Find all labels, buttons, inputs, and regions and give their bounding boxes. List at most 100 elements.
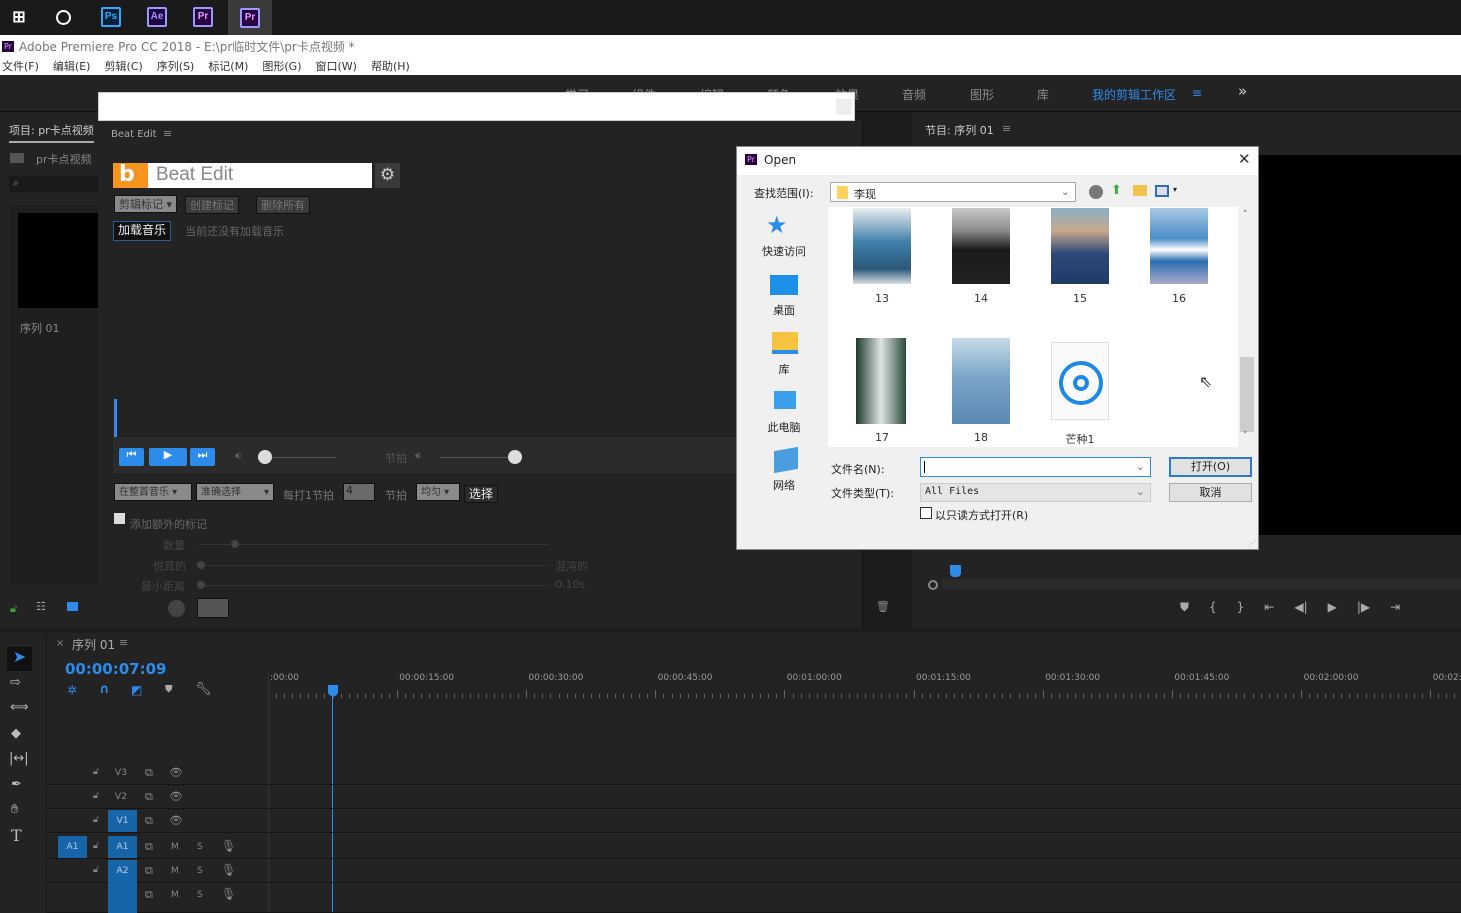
taskbar-app-aftereffects[interactable]: Ae: [144, 4, 170, 30]
zoom-handle[interactable]: [928, 580, 938, 590]
nest-icon[interactable]: ✲: [67, 683, 77, 697]
go-to-in-icon[interactable]: ⇤: [1264, 600, 1274, 615]
beat-volume-slider[interactable]: [440, 457, 515, 458]
track-label[interactable]: V2: [109, 792, 133, 802]
go-to-out-icon[interactable]: ⇥: [1390, 600, 1400, 615]
chevron-down-icon[interactable]: ▾: [1173, 185, 1177, 194]
distribution-dropdown[interactable]: 均匀 ▾: [416, 483, 460, 501]
resize-grip-icon[interactable]: ⋰: [1248, 539, 1256, 548]
precision-dropdown[interactable]: 准确选择 ▾: [196, 483, 274, 501]
file-thumbnail[interactable]: [1051, 208, 1109, 284]
playhead-handle[interactable]: [328, 685, 338, 696]
cortana-icon[interactable]: [50, 4, 76, 30]
file-name[interactable]: 18: [951, 431, 1011, 444]
lock-icon[interactable]: 🔓︎: [93, 815, 99, 825]
extra-markers-checkbox[interactable]: [114, 513, 125, 524]
file-name[interactable]: 15: [1050, 292, 1110, 305]
menu-sequence[interactable]: 序列(S): [157, 58, 195, 74]
menu-window[interactable]: 窗口(W): [316, 58, 357, 74]
beat-volume-slider-knob[interactable]: [508, 450, 522, 464]
place-this-pc[interactable]: 此电脑: [754, 419, 814, 435]
file-name[interactable]: 13: [852, 292, 912, 305]
sequence-item-label[interactable]: 序列 01: [20, 320, 60, 336]
settings-gear-icon[interactable]: ⚙: [375, 163, 400, 188]
icon-view-icon[interactable]: [67, 602, 78, 611]
readonly-checkbox[interactable]: [920, 507, 932, 519]
lock-icon[interactable]: 🔓︎: [10, 602, 17, 616]
razor-tool-icon[interactable]: ◆: [11, 726, 21, 741]
cancel-button[interactable]: 取消: [1169, 483, 1252, 502]
place-desktop[interactable]: 桌面: [754, 302, 814, 318]
scope-dropdown[interactable]: 在整首音乐 ▾: [114, 483, 192, 501]
track-select-tool-icon[interactable]: ⇨: [10, 675, 21, 690]
create-markers-button[interactable]: 创建标记: [185, 196, 239, 214]
mute-button[interactable]: M: [171, 842, 179, 852]
place-quick-access[interactable]: 快速访问: [754, 243, 814, 259]
delete-all-button[interactable]: 删除所有: [256, 196, 310, 214]
lock-icon[interactable]: 🔓︎: [93, 865, 99, 875]
panel-menu-icon[interactable]: ≡: [163, 127, 172, 140]
solo-button[interactable]: S: [197, 842, 203, 852]
scrollbar-thumb[interactable]: [1240, 357, 1254, 432]
menu-graphics[interactable]: 图形(G): [262, 58, 301, 74]
tab-beat-edit[interactable]: Beat Edit: [111, 129, 157, 140]
file-thumbnail[interactable]: [952, 338, 1010, 424]
time-ruler[interactable]: [268, 688, 1461, 698]
linked-selection-icon[interactable]: ◩: [131, 683, 142, 697]
list-view-icon[interactable]: ☷: [36, 600, 46, 613]
workspace-more-button[interactable]: »: [1238, 82, 1247, 100]
panel-menu-icon[interactable]: ≡: [1002, 122, 1011, 135]
play-button[interactable]: ▶: [149, 448, 187, 466]
next-button[interactable]: ⏭: [190, 448, 215, 466]
source-patch-a1[interactable]: A1: [58, 836, 87, 858]
workspace-my-editing[interactable]: 我的剪辑工作区: [1092, 86, 1176, 103]
taskbar-app-photoshop[interactable]: Ps: [98, 4, 124, 30]
panel-menu-icon[interactable]: ≡: [119, 636, 128, 649]
sync-lock-icon[interactable]: ⧉: [145, 790, 153, 804]
solo-button[interactable]: S: [197, 866, 203, 876]
wrench-icon[interactable]: 🔧︎: [195, 682, 212, 697]
file-thumbnail[interactable]: [856, 338, 906, 424]
project-search-input[interactable]: ⌕: [9, 176, 98, 192]
play-icon[interactable]: ▶: [1328, 600, 1337, 615]
chaos-slider[interactable]: [198, 565, 548, 566]
menu-marker[interactable]: 标记(M): [208, 58, 248, 74]
slip-tool-icon[interactable]: |↔|: [9, 751, 29, 766]
close-tab-icon[interactable]: ×: [56, 638, 64, 649]
menu-help[interactable]: 帮助(H): [371, 58, 410, 74]
filename-input[interactable]: ⌄: [920, 457, 1151, 477]
min-distance-slider-knob[interactable]: [197, 581, 205, 589]
hand-tool-icon[interactable]: ✋︎: [11, 802, 18, 817]
file-name[interactable]: 16: [1149, 292, 1209, 305]
program-scrollbar[interactable]: [942, 579, 1461, 589]
file-name[interactable]: 芒种1: [1050, 431, 1110, 447]
file-thumbnail[interactable]: [1150, 208, 1208, 284]
workspace-menu-icon[interactable]: ≡: [1192, 86, 1202, 100]
step-forward-icon[interactable]: |▶: [1357, 600, 1370, 615]
select-button[interactable]: 选择: [464, 485, 499, 503]
tab-sequence[interactable]: 序列 01: [72, 636, 115, 653]
track-target-a2[interactable]: A2: [108, 860, 137, 884]
type-tool-icon[interactable]: T: [11, 826, 22, 845]
new-folder-icon[interactable]: [1133, 185, 1147, 196]
lock-icon[interactable]: 🔓︎: [93, 767, 99, 777]
color-swatch[interactable]: [197, 598, 229, 618]
load-music-button[interactable]: 加载音乐: [113, 221, 172, 241]
sequence-thumbnail[interactable]: [18, 213, 98, 308]
microphone-icon[interactable]: 🎙︎: [221, 839, 236, 853]
sync-lock-icon[interactable]: ⧉: [145, 766, 153, 780]
add-marker-icon[interactable]: ⛊: [1180, 600, 1189, 615]
audio-file-icon[interactable]: [1051, 342, 1109, 420]
filetype-dropdown[interactable]: All Files ⌄: [920, 483, 1151, 502]
tab-project[interactable]: 项目: pr卡点视频: [9, 122, 94, 143]
add-marker-icon[interactable]: ⛊: [165, 684, 173, 695]
tab-program[interactable]: 节目: 序列 01: [925, 122, 994, 138]
sync-lock-icon[interactable]: ⧉: [145, 888, 153, 902]
mark-out-icon[interactable]: }: [1237, 600, 1245, 615]
workspace-libraries[interactable]: 库: [1037, 86, 1049, 103]
back-icon[interactable]: [1089, 185, 1103, 199]
lock-icon[interactable]: 🔓︎: [93, 841, 99, 851]
volume-slider-knob[interactable]: [257, 450, 272, 464]
sync-lock-icon[interactable]: ⧉: [145, 864, 153, 878]
lock-icon[interactable]: 🔓︎: [93, 791, 99, 801]
